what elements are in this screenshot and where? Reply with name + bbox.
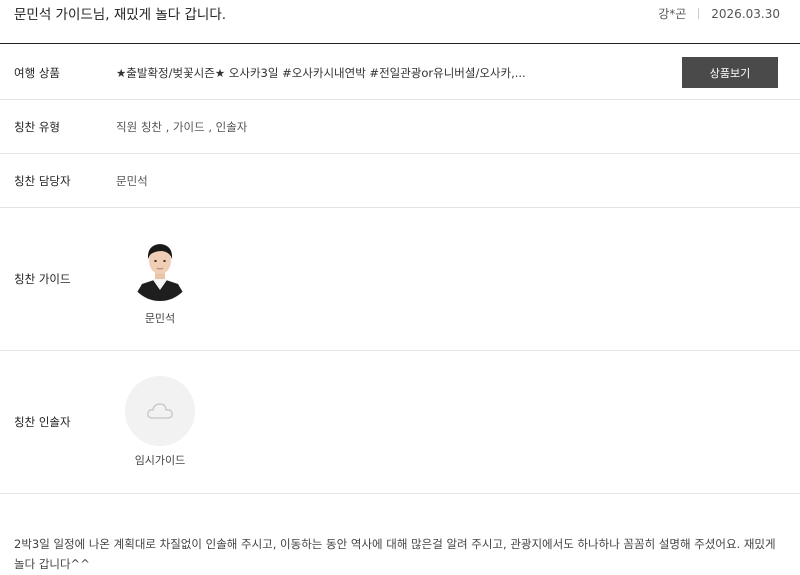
meta-divider <box>698 8 700 19</box>
guide-name: 문민석 <box>144 312 176 325</box>
review-header: 문민석 가이드님, 재밌게 놀다 갑니다. 강*곤 2026.03.30 <box>0 0 800 44</box>
travel-product-value: ★출발확정/벚꽃시즌★ 오사카3일 #오사카시내연박 #전일관광or유니버셜/오… <box>116 66 526 80</box>
view-product-button[interactable]: 상품보기 <box>682 57 778 88</box>
row-praise-guide: 칭찬 가이드 문민석 <box>0 208 800 351</box>
row-praise-type: 칭찬 유형 직원 칭찬 , 가이드 , 인솔자 <box>0 100 800 154</box>
praise-escort-label: 칭찬 인솔자 <box>14 415 71 429</box>
review-body: 2박3일 일정에 나온 계획대로 차질없이 인솔해 주시고, 이동하는 동안 역… <box>14 537 776 571</box>
review-meta: 강*곤 2026.03.30 <box>658 5 780 22</box>
praise-guide-label: 칭찬 가이드 <box>14 272 71 286</box>
travel-product-label: 여행 상품 <box>14 66 60 80</box>
praise-type-label: 칭찬 유형 <box>14 120 60 134</box>
praise-staff-value: 문민석 <box>116 174 148 188</box>
row-praise-staff: 칭찬 담당자 문민석 <box>0 154 800 208</box>
row-travel-product: 여행 상품 ★출발확정/벚꽃시즌★ 오사카3일 #오사카시내연박 #전일관광or… <box>0 45 800 100</box>
escort-avatar <box>125 376 195 446</box>
guide-avatar <box>128 237 192 301</box>
praise-staff-label: 칭찬 담당자 <box>14 174 71 188</box>
cloud-icon <box>147 403 173 419</box>
review-author: 강*곤 <box>658 7 687 21</box>
praise-type-value: 직원 칭찬 , 가이드 , 인솔자 <box>116 120 248 134</box>
review-title: 문민석 가이드님, 재밌게 놀다 갑니다. <box>14 7 227 23</box>
row-praise-escort: 칭찬 인솔자 임시가이드 <box>0 351 800 494</box>
review-date: 2026.03.30 <box>711 6 780 21</box>
escort-name: 임시가이드 <box>134 454 186 467</box>
